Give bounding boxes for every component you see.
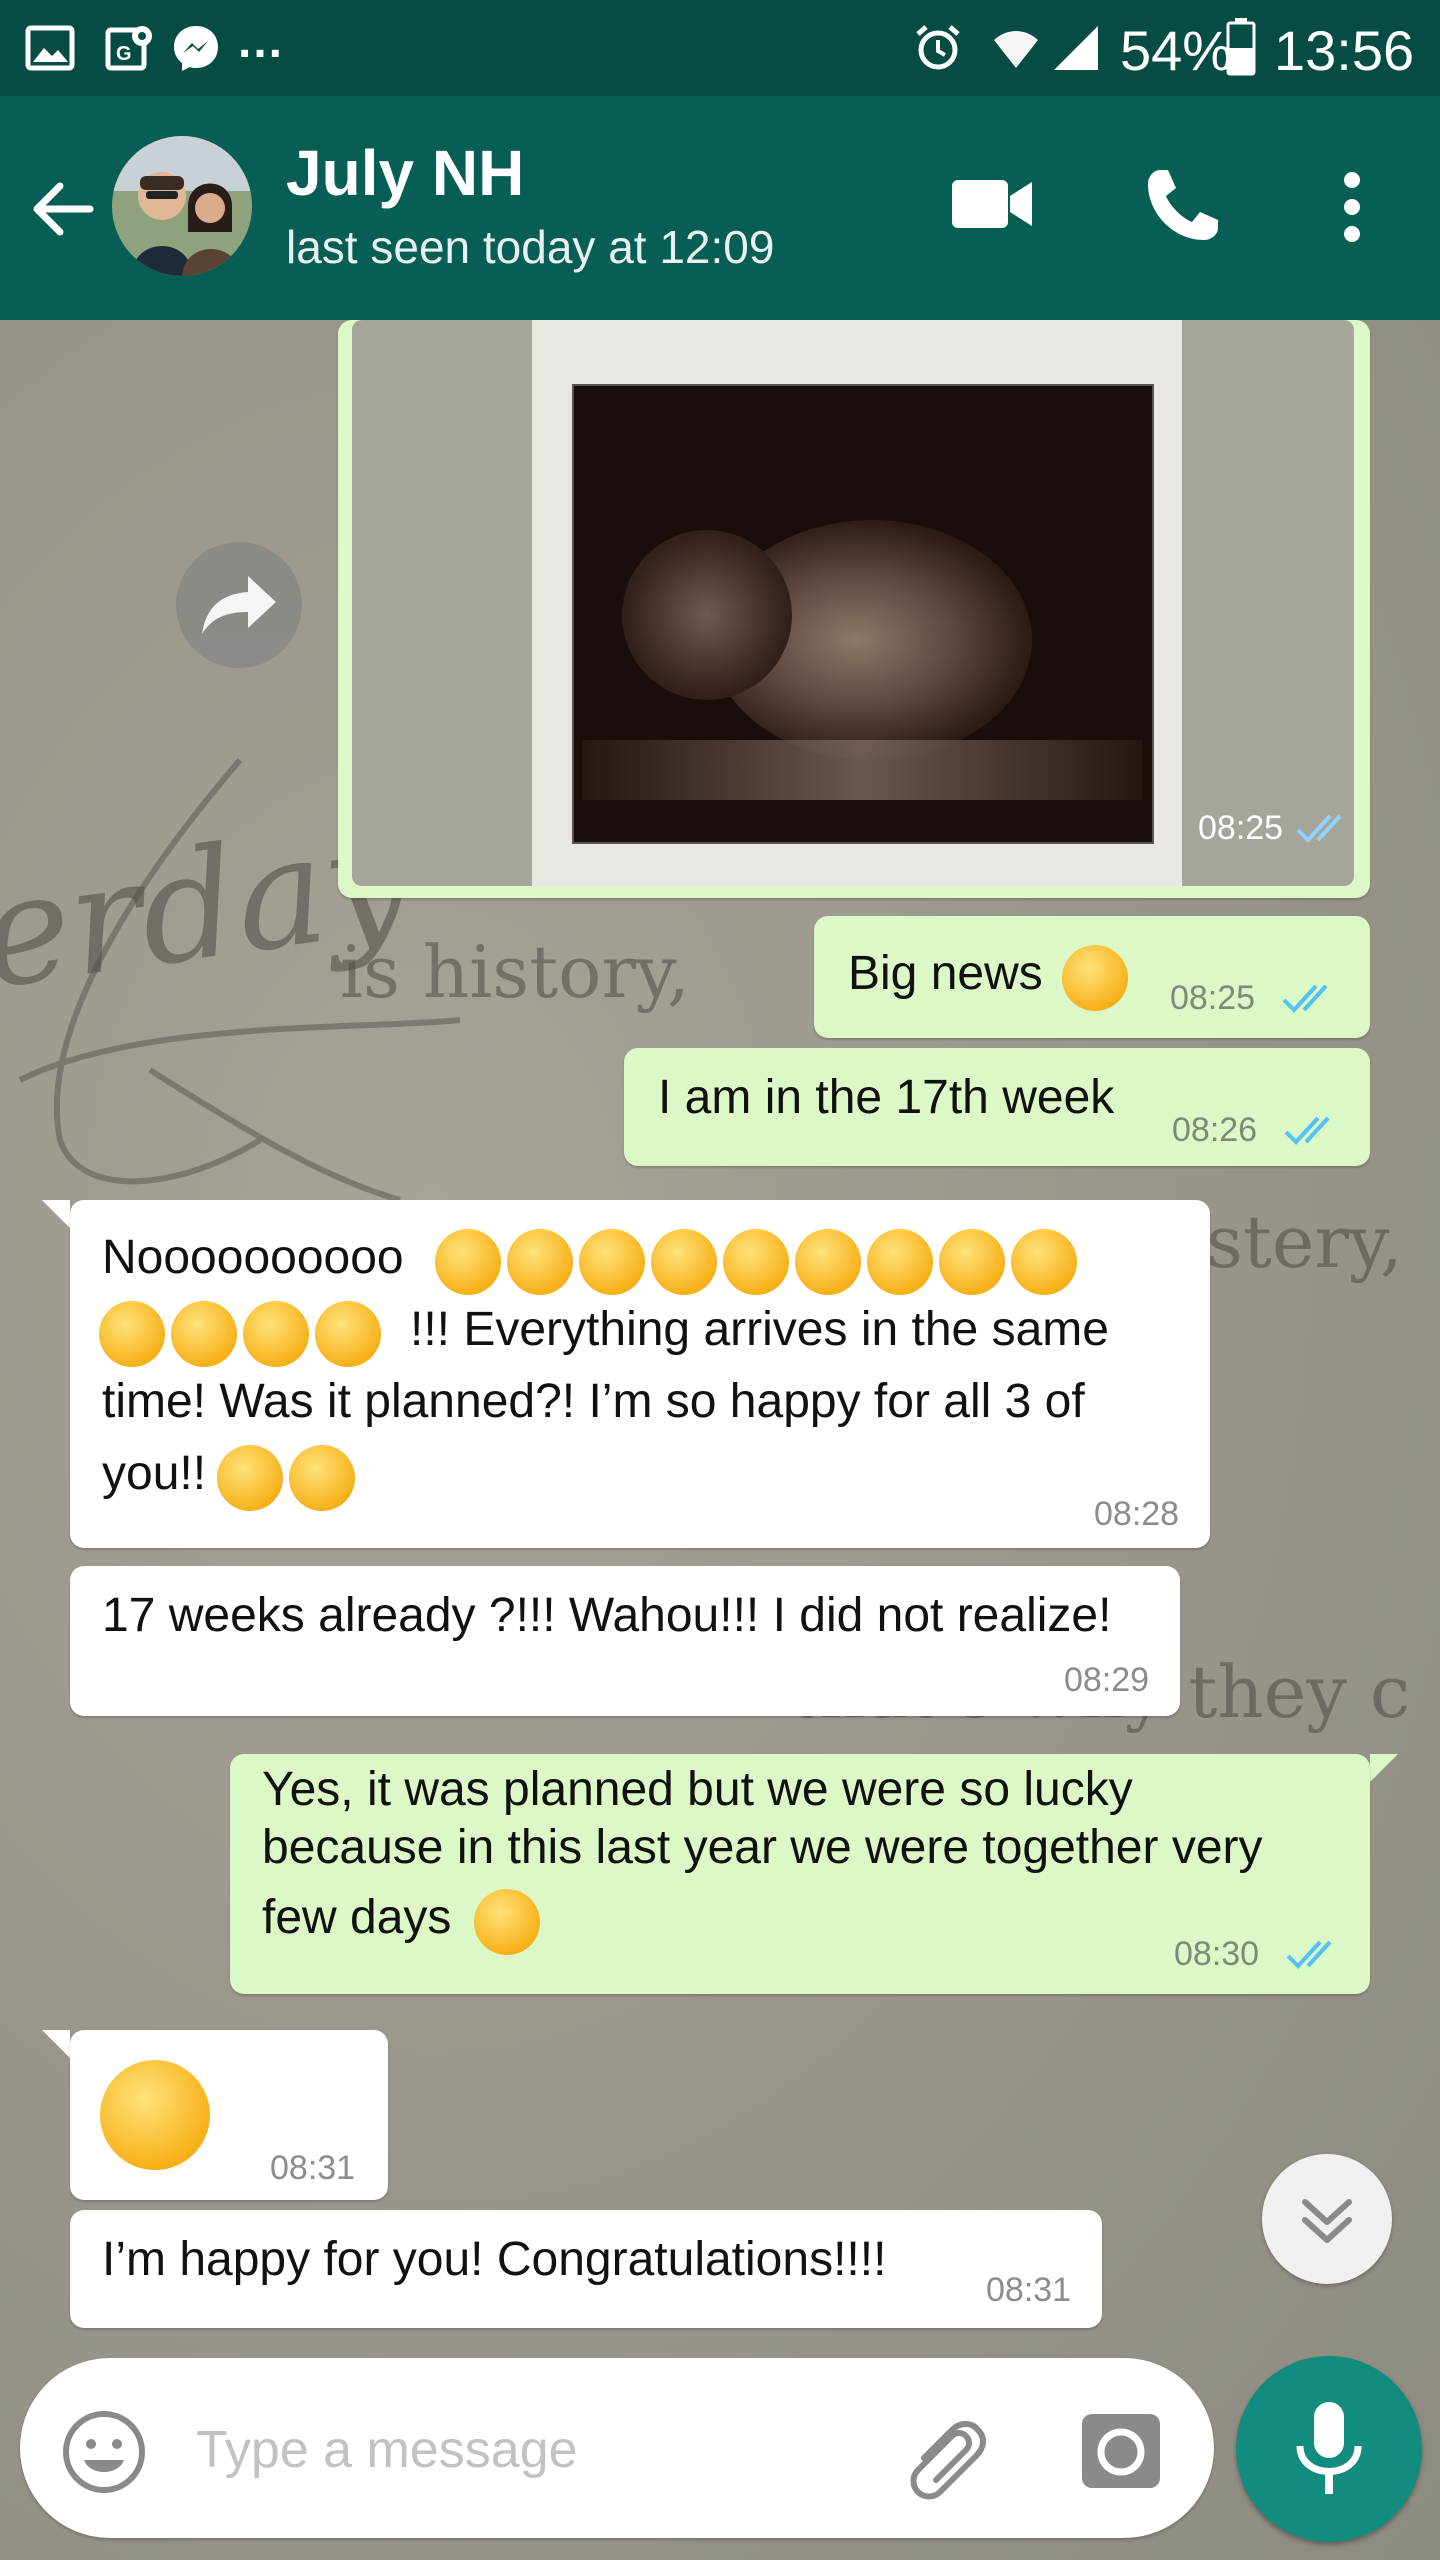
ultrasound-photo[interactable]: 08:25 — [352, 320, 1354, 886]
avatar-photo — [112, 136, 252, 276]
astonished-emoji — [435, 1229, 501, 1296]
message-outgoing[interactable]: Big news 08:25 — [814, 916, 1370, 1038]
voice-call-icon[interactable] — [1144, 166, 1222, 244]
status-bar: G ... 54% 13:56 — [0, 0, 1440, 96]
message-time: 08:31 — [986, 2271, 1072, 2309]
voice-record-button[interactable] — [1236, 2356, 1422, 2542]
read-ticks-icon — [1284, 1116, 1330, 1145]
message-time: 08:29 — [1064, 1661, 1150, 1699]
messenger-icon — [174, 26, 218, 71]
message-text: !!! Everything arrives in the same — [410, 1303, 1109, 1356]
message-incoming[interactable]: Noooooooooo !!! Everything arrives in th… — [70, 1200, 1210, 1548]
chat-area[interactable]: erday is history, stery, that's why they… — [0, 320, 1440, 2560]
message-time: 08:26 — [1172, 1111, 1258, 1149]
grinning-emoji — [939, 1229, 1005, 1296]
read-ticks-icon — [1282, 984, 1328, 1013]
video-call-icon[interactable] — [950, 174, 1034, 234]
message-image[interactable]: 08:25 — [338, 320, 1370, 898]
message-text: Noooooooooo — [102, 1231, 404, 1284]
message-text: because in this last year we were togeth… — [262, 1821, 1263, 1874]
contact-name[interactable]: July NH — [286, 136, 524, 210]
forward-icon — [202, 576, 276, 634]
message-outgoing[interactable]: I am in the 17th week 08:26 — [624, 1048, 1370, 1166]
message-text: time! Was it planned?! I’m so happy for … — [102, 1375, 1085, 1428]
heart-eyes-emoji — [99, 1301, 165, 1368]
message-input[interactable]: Type a message — [196, 2420, 578, 2480]
emoji-icon[interactable] — [60, 2408, 148, 2496]
grinning-emoji — [795, 1229, 861, 1296]
grinning-emoji — [100, 2060, 210, 2170]
heart-eyes-emoji — [289, 1445, 355, 1512]
message-time: 08:31 — [270, 2149, 356, 2187]
chat-header: July NH last seen today at 12:09 — [0, 96, 1440, 320]
more-options-icon[interactable] — [1332, 168, 1372, 246]
last-seen-status: last seen today at 12:09 — [286, 221, 775, 273]
clock: 13:56 — [1274, 19, 1415, 82]
heart-eyes-emoji — [243, 1301, 309, 1368]
message-time: 08:25 — [1198, 809, 1284, 847]
grinning-emoji — [217, 1445, 283, 1512]
heart-eyes-emoji — [171, 1301, 237, 1368]
message-incoming[interactable]: I’m happy for you! Congratulations!!!! 0… — [70, 2210, 1102, 2328]
message-incoming[interactable]: 17 weeks already ?!!! Wahou!!! I did not… — [70, 1566, 1180, 1716]
bubble-tail — [1370, 1754, 1398, 1782]
attach-icon[interactable] — [900, 2412, 990, 2502]
read-ticks-icon — [1296, 814, 1342, 843]
message-text: I’m happy for you! Congratulations!!!! — [102, 2233, 887, 2286]
message-time: 08:28 — [1094, 1495, 1180, 1533]
grinning-emoji — [867, 1229, 933, 1296]
bubble-tail — [42, 1200, 70, 1228]
message-text: Big news — [848, 947, 1043, 1000]
camera-icon[interactable] — [1078, 2408, 1164, 2494]
emoji-row-1 — [432, 1224, 1080, 1296]
message-outgoing[interactable]: Yes, it was planned but we were so lucky… — [230, 1754, 1370, 1994]
wifi-icon — [994, 31, 1038, 68]
read-ticks-icon — [1286, 1940, 1332, 1969]
svg-text:G: G — [116, 43, 132, 65]
forward-button[interactable] — [176, 542, 302, 668]
message-text: you!! — [102, 1447, 207, 1500]
maps-icon: G — [105, 26, 152, 71]
astonished-emoji — [723, 1229, 789, 1296]
back-arrow-icon[interactable] — [28, 174, 98, 244]
double-chevron-down-icon — [1302, 2199, 1352, 2243]
astonished-emoji — [651, 1229, 717, 1296]
scroll-to-bottom-button[interactable] — [1262, 2154, 1392, 2284]
message-text: Yes, it was planned but we were so lucky — [262, 1763, 1133, 1816]
astonished-emoji — [507, 1229, 573, 1296]
heart-eyes-emoji — [315, 1301, 381, 1368]
message-time: 08:30 — [1174, 1935, 1260, 1973]
message-incoming[interactable]: 08:31 — [70, 2030, 388, 2200]
bubble-tail — [42, 2030, 70, 2058]
message-time: 08:25 — [1170, 979, 1256, 1017]
wallpaper-text-3: stery, — [1206, 1200, 1403, 1284]
status-overflow-dots: ... — [238, 15, 285, 68]
battery-percentage: 54% — [1120, 19, 1233, 82]
message-text: few days — [262, 1891, 452, 1944]
mic-icon — [1296, 2402, 1362, 2494]
message-text: I am in the 17th week — [658, 1071, 1115, 1124]
avatar[interactable] — [112, 136, 252, 276]
smiling-emoji — [474, 1889, 540, 1956]
gallery-icon — [25, 25, 75, 71]
smiling-emoji — [1062, 945, 1128, 1012]
emoji-row-2 — [96, 1296, 384, 1368]
message-text: 17 weeks already ?!!! Wahou!!! I did not… — [102, 1589, 1112, 1642]
emoji-row-3 — [214, 1440, 358, 1512]
battery-icon — [1226, 18, 1256, 76]
alarm-icon — [916, 25, 960, 70]
grinning-emoji — [1011, 1229, 1077, 1296]
astonished-emoji — [579, 1229, 645, 1296]
signal-icon — [1054, 26, 1098, 70]
